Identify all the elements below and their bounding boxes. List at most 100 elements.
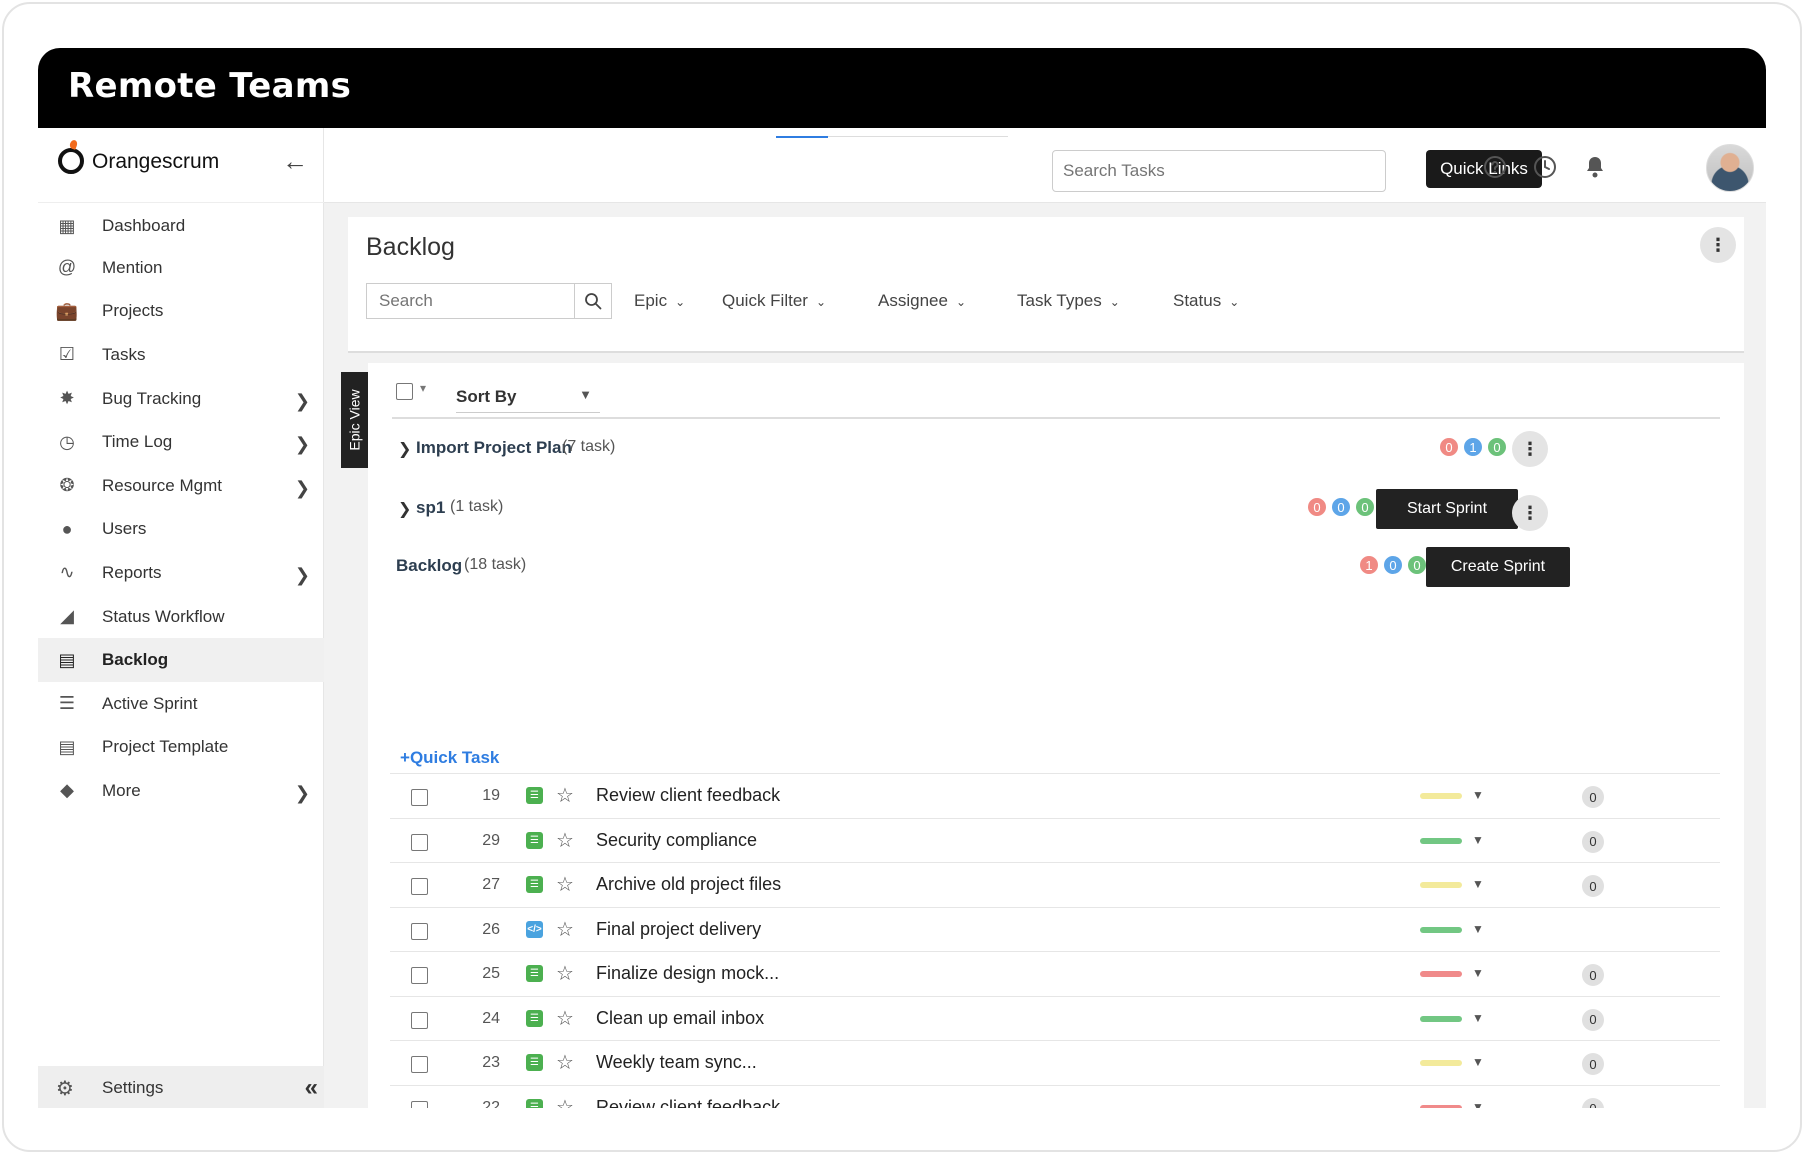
star-icon[interactable]: ☆	[556, 1006, 574, 1031]
sidebar-item-time-log[interactable]: ◷ Time Log ❯	[38, 420, 324, 464]
star-icon[interactable]: ☆	[556, 961, 574, 986]
start-sprint-button[interactable]: Start Sprint	[1376, 489, 1518, 529]
caret-down-icon[interactable]: ▼	[1472, 922, 1484, 936]
star-icon[interactable]: ☆	[556, 872, 574, 897]
sprint-icon: ☰	[58, 693, 76, 714]
group-menu-kebab-icon[interactable]: ⋮	[1512, 495, 1548, 531]
caret-down-icon[interactable]: ▼	[1472, 1055, 1484, 1069]
sidebar-item-users[interactable]: ● Users	[38, 508, 324, 552]
row-checkbox[interactable]	[411, 878, 428, 895]
caret-down-icon[interactable]: ▼	[1472, 788, 1484, 802]
select-menu-caret-icon[interactable]: ▾	[420, 381, 426, 395]
row-checkbox[interactable]	[411, 833, 428, 851]
bell-icon[interactable]	[1582, 154, 1608, 180]
sidebar-item-dashboard[interactable]: ▦ Dashboard	[38, 206, 324, 246]
create-sprint-button[interactable]: Create Sprint	[1426, 547, 1570, 587]
select-all-checkbox[interactable]	[396, 383, 413, 400]
resource-icon: ❂	[59, 475, 75, 496]
window-title: Remote Teams	[68, 66, 352, 106]
group-name[interactable]: Import Project Plan	[416, 438, 572, 458]
sidebar-item-more[interactable]: ◆ More ❯	[38, 769, 324, 813]
sort-by-dropdown[interactable]: Sort By ▼	[456, 377, 600, 413]
sidebar-item-backlog[interactable]: ▤ Backlog	[38, 638, 324, 682]
epic-view-tab[interactable]: Epic View	[341, 372, 369, 468]
search-tasks-input[interactable]	[1052, 150, 1386, 192]
chevron-right-icon[interactable]: ❯	[398, 499, 411, 519]
group-menu-kebab-icon[interactable]: ⋮	[1512, 431, 1548, 467]
sidebar-item-project-template[interactable]: ▤ Project Template	[38, 726, 324, 770]
caret-down-icon[interactable]: ▼	[1472, 966, 1484, 980]
sidebar-item-status-workflow[interactable]: ◢ Status Workflow	[38, 595, 324, 639]
caret-down-icon[interactable]: ▼	[1472, 877, 1484, 891]
row-checkbox[interactable]	[411, 922, 428, 940]
clock-icon[interactable]	[1532, 154, 1558, 180]
filter-assignee[interactable]: Assignee ⌄	[878, 291, 966, 311]
sidebar-item-active-sprint[interactable]: ☰ Active Sprint	[38, 682, 324, 726]
sidebar-item-resource-mgmt[interactable]: ❂ Resource Mgmt ❯	[38, 464, 324, 508]
row-checkbox[interactable]	[411, 1056, 428, 1073]
sidebar-item-tasks[interactable]: ☑ Tasks	[38, 333, 324, 377]
collapse-sidebar-icon[interactable]: «	[305, 1074, 318, 1102]
sidebar-item-bug-tracking[interactable]: ✸ Bug Tracking ❯	[38, 377, 324, 421]
table-row[interactable]: 26 </> ☆ Final project delivery ▼	[390, 906, 1720, 952]
sidebar-item-settings[interactable]: ⚙ Settings «	[38, 1066, 324, 1108]
row-checkbox[interactable]	[411, 789, 428, 806]
sidebar-item-label: Project Template	[102, 737, 229, 757]
backlog-header: Backlog ⋮ Epic⌄ Quick Filter⌄ Assignee⌄ …	[348, 217, 1744, 353]
table-row[interactable]: 24 ☰ ☆ Clean up email inbox ▼ 0	[390, 995, 1720, 1041]
caret-down-icon[interactable]: ▼	[1472, 833, 1484, 847]
arrow-left-icon[interactable]: ←	[282, 146, 308, 177]
star-icon[interactable]: ☆	[556, 828, 574, 853]
task-title[interactable]: Clean up email inbox	[596, 1008, 764, 1029]
priority-bar	[1420, 882, 1462, 888]
app: Orangescrum ← ▦ Dashboard @ Mention 💼 Project…	[38, 128, 1766, 1108]
group-name[interactable]: Backlog	[396, 556, 462, 576]
sidebar-item-projects[interactable]: 💼 Projects	[38, 290, 324, 334]
filter-epic[interactable]: Epic ⌄	[634, 291, 685, 311]
filter-task-types[interactable]: Task Types ⌄	[1017, 291, 1120, 311]
task-title[interactable]: Review client feedback	[596, 785, 780, 806]
sidebar-item-label: Mention	[102, 257, 163, 277]
group-name[interactable]: sp1	[416, 498, 445, 518]
table-row[interactable]: 19 ☰ ☆ Review client feedback ▼ 0	[390, 773, 1720, 818]
filter-quick-filter[interactable]: Quick Filter ⌄	[722, 291, 826, 311]
row-checkbox[interactable]	[411, 967, 428, 984]
task-title[interactable]: Weekly team sync...	[596, 1052, 757, 1073]
help-icon[interactable]	[1482, 154, 1508, 180]
sidebar-item-mention[interactable]: @ Mention	[38, 246, 324, 290]
chevron-right-icon[interactable]: ❯	[398, 439, 411, 459]
star-icon[interactable]: ☆	[556, 783, 574, 808]
status-dot-green: 0	[1486, 436, 1508, 458]
star-icon[interactable]: ☆	[556, 1050, 574, 1075]
quick-task-link[interactable]: +Quick Task	[400, 748, 499, 768]
table-row[interactable]: 22 ☰ ☆ Review client feedback ▼ 0	[390, 1084, 1720, 1109]
table-row[interactable]: 29 ☰ ☆ Security compliance ▼ 0	[390, 817, 1720, 863]
star-icon[interactable]: ☆	[556, 1095, 574, 1109]
comment-count-badge: 0	[1582, 1053, 1604, 1075]
task-title[interactable]: Archive old project files	[596, 874, 781, 895]
row-checkbox[interactable]	[411, 1011, 428, 1029]
sidebar-item-label: Users	[102, 519, 147, 539]
table-row[interactable]: 23 ☰ ☆ Weekly team sync... ▼ 0	[390, 1040, 1720, 1085]
caret-down-icon[interactable]: ▼	[1472, 1011, 1484, 1025]
task-title[interactable]: Review client feedback	[596, 1097, 780, 1109]
sidebar-item-reports[interactable]: ∿ Reports ❯	[38, 551, 324, 595]
table-row[interactable]: 25 ☰ ☆ Finalize design mock... ▼ 0	[390, 951, 1720, 996]
row-checkbox[interactable]	[411, 1100, 428, 1108]
filter-status[interactable]: Status ⌄	[1173, 291, 1239, 311]
star-icon[interactable]: ☆	[556, 917, 574, 942]
filter-label: Quick Filter	[722, 291, 808, 310]
search-icon[interactable]	[574, 283, 612, 319]
caret-down-icon[interactable]: ▼	[1472, 1100, 1484, 1109]
table-row[interactable]: 27 ☰ ☆ Archive old project files ▼ 0	[390, 862, 1720, 907]
task-title[interactable]: Finalize design mock...	[596, 963, 779, 984]
backlog-search-input[interactable]	[366, 283, 574, 319]
task-title[interactable]: Final project delivery	[596, 919, 761, 940]
page-menu-kebab-icon[interactable]: ⋮	[1700, 227, 1736, 263]
avatar[interactable]	[1706, 144, 1754, 192]
bug-icon: ✸	[59, 388, 75, 409]
priority-bar	[1420, 1060, 1462, 1066]
story-task-icon: ☰	[526, 831, 543, 849]
sidebar-item-label: Tasks	[102, 344, 146, 364]
task-title[interactable]: Security compliance	[596, 830, 757, 851]
